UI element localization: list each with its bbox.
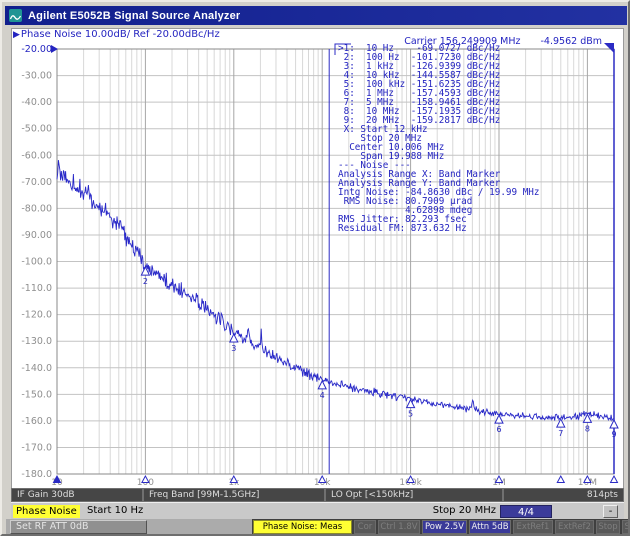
y-axis-label: -150.0	[21, 389, 52, 400]
y-axis-label: -20.00	[21, 44, 52, 55]
trace-select-arrow-icon: ▶	[13, 30, 20, 40]
measurement-status-bar: Phase Noise Start 10 Hz Stop 20 MHz 4/4 …	[11, 502, 624, 519]
status-indicator-5: ExtRef1	[513, 520, 553, 534]
axis-marker-7	[556, 474, 566, 483]
y-axis-label: -100.0	[21, 257, 52, 268]
y-axis-label: -70.00	[21, 177, 52, 188]
app-waveform-icon[interactable]	[9, 9, 22, 22]
trace-marker-4	[317, 379, 328, 390]
status-segment-0: IF Gain 30dB	[11, 488, 143, 502]
status-segment-3: 814pts	[503, 488, 624, 502]
title-bar[interactable]: Agilent E5052B Signal Source Analyzer	[5, 6, 627, 25]
status-indicator-2: Ctrl 1.8V	[378, 520, 420, 534]
trace-marker-number: 4	[320, 391, 325, 400]
trace-marker-6	[494, 414, 504, 424]
status-indicator-3: Pow 2.5V	[422, 520, 467, 534]
waveform-icon-glyph	[9, 15, 22, 20]
app-window: Agilent E5052B Signal Source Analyzer -2…	[0, 0, 630, 536]
window-page-indicator: 4/4	[500, 505, 552, 518]
status-indicator-0[interactable]: Phase Noise: Meas	[253, 520, 352, 534]
status-indicator-group: Phase Noise: Meas Cor Ctrl 1.8V Pow 2.5V Att…	[252, 519, 628, 534]
y-axis-label: -40.00	[21, 97, 52, 108]
window-title: Agilent E5052B Signal Source Analyzer	[28, 9, 241, 22]
status-segment-2: LO Opt [<150kHz]	[325, 488, 503, 502]
y-axis-label: -110.0	[21, 283, 52, 294]
axis-marker-9	[609, 474, 619, 483]
y-axis-label: -80.00	[21, 203, 52, 214]
status-indicator-1: Cor	[354, 520, 376, 534]
y-axis-label: -60.00	[21, 150, 52, 161]
status-indicator-7: Stop	[596, 520, 620, 534]
instrument-status-bar: Set RF ATT 0dB Phase Noise: Meas Cor Ctrl …	[6, 519, 628, 534]
trace-marker-number: 9	[611, 430, 616, 439]
status-indicator-4: Attn 5dB	[469, 520, 511, 534]
trace-marker-number: 5	[408, 410, 413, 419]
trace-marker-7	[555, 417, 566, 428]
trace-marker-number: 6	[496, 425, 501, 434]
hardware-status-bar: IF Gain 30dB Freq Band [99M-1.5GHz] LO Opt…	[11, 488, 624, 502]
trace-header: ▶Phase Noise 10.00dB/ Ref -20.00dBc/Hz	[13, 29, 220, 40]
set-rf-att-softkey[interactable]: Set RF ATT 0dB	[10, 520, 147, 534]
trace-marker-5	[405, 398, 416, 409]
sweep-start-label: Start 10 Hz	[87, 505, 144, 516]
minimize-button[interactable]: -	[603, 505, 618, 518]
measurement-mode-badge: Phase Noise	[13, 505, 80, 518]
trace-marker-3	[228, 332, 239, 343]
y-axis-label: -160.0	[21, 416, 52, 427]
trace-marker-number: 2	[143, 277, 148, 286]
carrier-power: -4.9562 dBm	[540, 36, 603, 47]
y-axis-label: -120.0	[21, 310, 52, 321]
trace-header-label: Phase Noise 10.00dB/ Ref -20.00dBc/Hz	[20, 29, 220, 40]
status-segment-1: Freq Band [99M-1.5GHz]	[143, 488, 325, 502]
trace-marker-number: 3	[231, 344, 236, 353]
trace-marker-number: 7	[558, 429, 563, 438]
y-axis-label: -90.00	[21, 230, 52, 241]
y-axis-label: -180.0	[21, 469, 52, 480]
status-indicator-6: ExtRef2	[555, 520, 594, 534]
marker-readout: >1: 10 Hz -69.0727 dBc/Hz 2: 100 Hz -101…	[338, 43, 540, 234]
trace-marker-number: 8	[585, 424, 590, 433]
y-axis-label: -30.00	[21, 71, 52, 82]
y-axis-label: -130.0	[21, 336, 52, 347]
plot-corner-mark	[604, 43, 614, 53]
status-indicator-8: Svc	[622, 520, 628, 534]
y-axis-label: -50.00	[21, 124, 52, 135]
y-axis-label: -140.0	[21, 363, 52, 374]
y-axis-label: -170.0	[21, 442, 52, 453]
sweep-stop-label: Stop 20 MHz	[432, 505, 496, 516]
